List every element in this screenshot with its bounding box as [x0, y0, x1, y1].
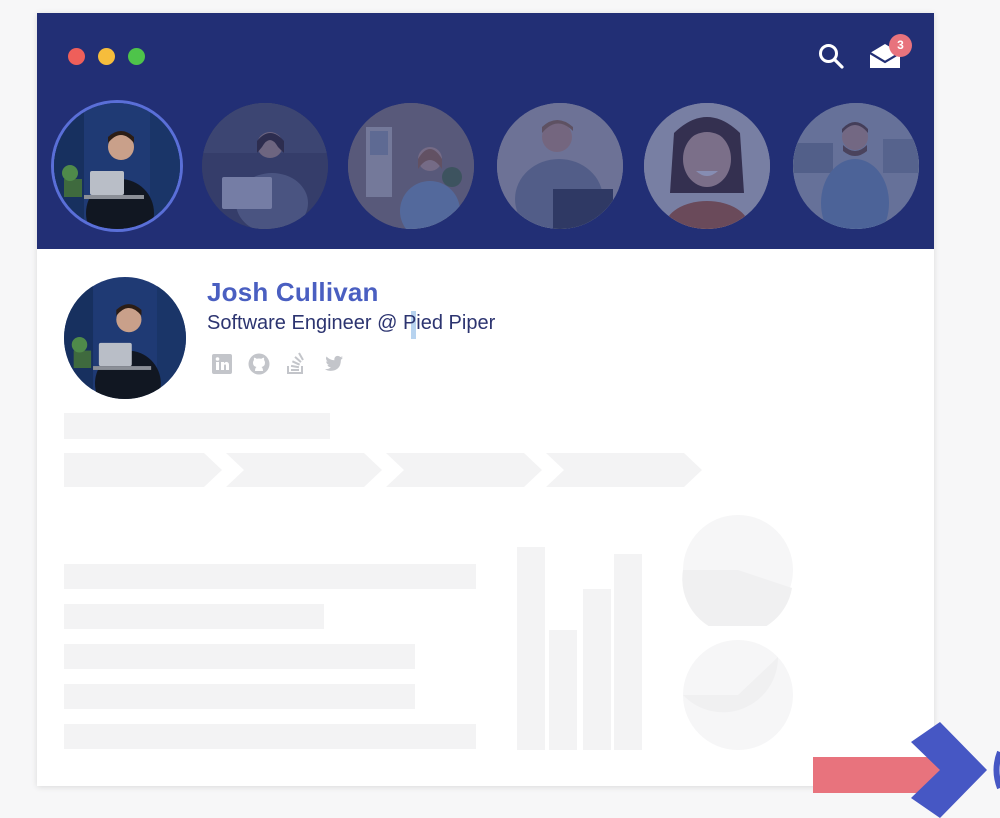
- skeleton-bar: [517, 547, 545, 750]
- close-window-button[interactable]: [68, 48, 85, 65]
- profile-avatar: [64, 277, 186, 399]
- skeleton-bar: [583, 589, 611, 750]
- search-button[interactable]: [817, 42, 845, 70]
- app-window: 3 Josh Cullivan Software Engineer @ Pied…: [37, 13, 934, 786]
- avatar-2[interactable]: [202, 103, 328, 229]
- skeleton-pie-chart: [683, 640, 793, 750]
- github-icon: [248, 353, 270, 375]
- maximize-window-button[interactable]: [128, 48, 145, 65]
- linkedin-link[interactable]: [210, 352, 234, 376]
- profile-name: Josh Cullivan: [207, 277, 379, 307]
- skeleton-line: [64, 724, 476, 749]
- stackoverflow-icon: [287, 352, 304, 374]
- avatar-1[interactable]: [54, 103, 180, 229]
- decorative-arrow: [813, 722, 1000, 818]
- header-bar: 3: [37, 13, 934, 249]
- skeleton-line: [64, 684, 415, 709]
- stackoverflow-link[interactable]: [284, 352, 308, 376]
- skeleton-bar: [614, 554, 642, 750]
- skeleton-line: [64, 564, 476, 589]
- unread-badge: 3: [889, 34, 912, 57]
- skeleton-line: [64, 644, 415, 669]
- avatar-6[interactable]: [793, 103, 919, 229]
- search-icon: [819, 44, 844, 69]
- linkedin-icon: [212, 354, 232, 374]
- avatar-3[interactable]: [348, 103, 474, 229]
- profile-title: Software Engineer @ Pied Piper: [207, 312, 496, 334]
- skeleton-line: [64, 604, 324, 629]
- skeleton-heading: [64, 413, 330, 439]
- twitter-link[interactable]: [321, 352, 345, 376]
- skeleton-pie-chart: [682, 515, 793, 626]
- avatar-5[interactable]: [644, 103, 770, 229]
- skeleton-progress-steps: [64, 453, 702, 487]
- skeleton-bar: [549, 630, 577, 750]
- twitter-icon: [324, 355, 343, 371]
- minimize-window-button[interactable]: [98, 48, 115, 65]
- github-link[interactable]: [247, 352, 271, 376]
- avatar-4[interactable]: [497, 103, 623, 229]
